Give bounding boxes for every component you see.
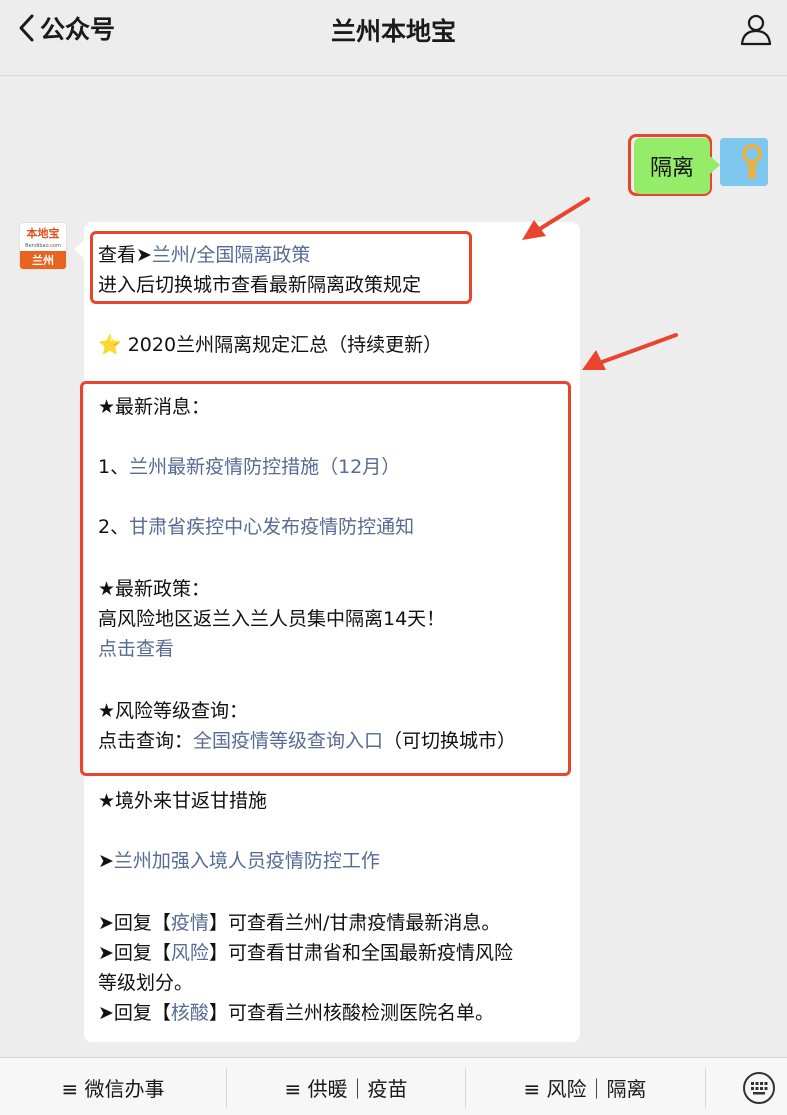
reply-hint-2-cont: 等级划分。	[98, 972, 194, 994]
summary-text: 2020兰州隔离规定汇总（持续更新）	[127, 334, 443, 356]
reply2-a: ➤回复【	[98, 942, 171, 964]
keyword-epidemic[interactable]: 疫情	[171, 912, 209, 934]
overseas-line: ➤兰州加强入境人员疫情防控工作	[98, 846, 380, 876]
arrow-icon	[582, 333, 678, 370]
bottom-menu-bar: ≡ 微信办事 ≡ 供暖｜疫苗 ≡ 风险｜隔离	[0, 1057, 787, 1115]
reply3-a: ➤回复【	[98, 1002, 171, 1024]
oa-city-label: 兰州	[20, 251, 66, 269]
overseas-prefix: ➤	[98, 850, 114, 872]
reply1-a: ➤回复【	[98, 912, 171, 934]
line-summary: ⭐ 2020兰州隔离规定汇总（持续更新）	[98, 330, 442, 360]
official-account-avatar[interactable]: 本地宝 Bendibao.com 兰州	[19, 222, 67, 270]
ring-icon	[720, 138, 768, 186]
oa-logo-sub: Bendibao.com	[25, 243, 61, 249]
page-title: 兰州本地宝	[330, 17, 456, 46]
overseas-link[interactable]: 兰州加强入境人员疫情防控工作	[114, 850, 380, 872]
user-avatar[interactable]	[720, 138, 768, 186]
top-nav-bar: 公众号 兰州本地宝	[0, 0, 787, 76]
overseas-heading: ★境外来甘返甘措施	[98, 790, 268, 812]
keyword-nucleic[interactable]: 核酸	[171, 1002, 209, 1024]
menu-divider	[705, 1068, 706, 1108]
arrow-icon	[522, 197, 590, 240]
menu-item-risk-quarantine[interactable]: ≡ 风险｜隔离	[466, 1058, 704, 1115]
reply1-b: 】可查看兰州/甘肃疫情最新消息。	[208, 912, 501, 934]
user-message-bubble[interactable]: 隔离	[634, 138, 720, 194]
keyboard-icon[interactable]	[742, 1071, 776, 1105]
highlight-box-news	[80, 381, 571, 776]
reply-hint-2: ➤回复【风险】可查看甘肃省和全国最新疫情风险	[98, 938, 513, 968]
reply3-b: 】可查看兰州核酸检测医院名单。	[208, 1002, 494, 1024]
star-icon: ⭐	[98, 334, 122, 356]
menu-item-heating-vaccine[interactable]: ≡ 供暖｜疫苗	[227, 1058, 465, 1115]
reply-hint-1: ➤回复【疫情】可查看兰州/甘肃疫情最新消息。	[98, 908, 500, 938]
reply2-b: 】可查看甘肃省和全国最新疫情风险	[208, 942, 513, 964]
profile-icon[interactable]	[739, 12, 773, 46]
keyword-risk[interactable]: 风险	[171, 942, 209, 964]
reply-hint-3: ➤回复【核酸】可查看兰州核酸检测医院名单。	[98, 998, 494, 1028]
user-message-text: 隔离	[649, 156, 694, 181]
menu-item-wechat-service[interactable]: ≡ 微信办事	[0, 1058, 226, 1115]
highlight-box-policy	[90, 231, 472, 304]
